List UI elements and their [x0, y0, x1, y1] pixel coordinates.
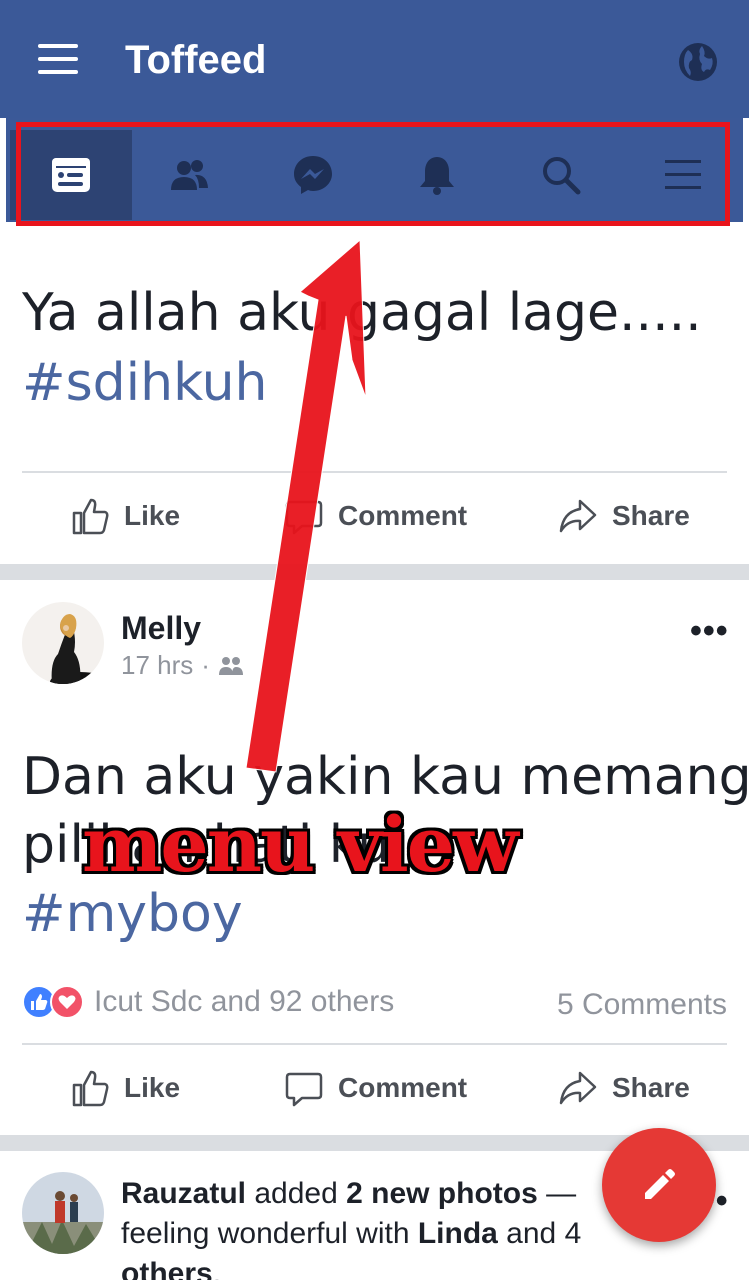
post-separator	[0, 564, 749, 580]
annotation-label: menu view	[82, 800, 519, 889]
post2-timestamp[interactable]: 17 hrs	[121, 650, 193, 681]
post3-and-text: and 4	[497, 1217, 582, 1250]
share-button[interactable]: Share	[558, 476, 690, 556]
post2-hashtag[interactable]: #myboy	[22, 880, 243, 948]
post1-hashtag[interactable]: #sdihkuh	[22, 349, 268, 417]
pencil-icon	[645, 1169, 675, 1199]
share-label: Share	[612, 1072, 690, 1103]
comments-count[interactable]: 5 Comments	[557, 988, 727, 1022]
love-reaction-icon	[50, 985, 84, 1019]
reactions-text: Icut Sdc and 92 others	[94, 985, 395, 1018]
compose-fab-button[interactable]	[602, 1128, 716, 1242]
like-button[interactable]: Like	[70, 1048, 180, 1128]
divider	[22, 1043, 727, 1045]
globe-icon[interactable]	[676, 40, 720, 84]
comment-icon	[285, 1072, 323, 1107]
post3-feeling-text: feeling wonderful with	[121, 1217, 418, 1250]
friends-audience-icon	[218, 656, 243, 675]
post3-author-name[interactable]: Rauzatul	[121, 1177, 246, 1210]
comment-label: Comment	[338, 1072, 468, 1103]
post3-header: Rauzatul added 2 new photos — feeling wo…	[121, 1174, 641, 1280]
share-label: Share	[612, 500, 690, 531]
share-icon	[559, 1071, 597, 1105]
post3-dash: —	[537, 1177, 577, 1210]
post2-author-name[interactable]: Melly	[121, 610, 201, 647]
post3-others-link[interactable]: others	[121, 1257, 213, 1280]
post1-text: Ya allah aku gagal lage.....	[22, 283, 702, 343]
post3-tagged-name[interactable]: Linda	[418, 1217, 498, 1250]
post2-action-row: Like Comment Share	[0, 1048, 749, 1128]
share-button[interactable]: Share	[558, 1048, 690, 1128]
thumbs-up-icon	[72, 1070, 109, 1107]
reaction-summary[interactable]: Icut Sdc and 92 others	[22, 985, 394, 1019]
meta-separator: ·	[201, 650, 210, 680]
like-label: Like	[124, 1072, 181, 1103]
comment-icon	[285, 500, 323, 535]
tab-bar-highlight-annotation	[16, 122, 730, 226]
like-button[interactable]: Like	[70, 476, 180, 556]
share-icon	[559, 499, 597, 533]
post3-photos-link[interactable]: 2 new photos	[346, 1177, 538, 1210]
post3-period: .	[212, 1257, 222, 1280]
post-options-icon[interactable]: •••	[690, 612, 729, 651]
post3-added-text: added	[246, 1177, 347, 1210]
divider	[22, 471, 727, 473]
hamburger-menu-icon[interactable]	[38, 44, 78, 76]
comment-button[interactable]: Comment	[284, 476, 467, 556]
post2-meta: 17 hrs ·	[121, 650, 244, 681]
app-title: Toffeed	[125, 38, 267, 82]
thumbs-up-icon	[72, 498, 109, 535]
avatar[interactable]	[22, 602, 104, 684]
comment-label: Comment	[338, 500, 468, 531]
comment-button[interactable]: Comment	[284, 1048, 467, 1128]
avatar[interactable]	[22, 1172, 104, 1254]
like-label: Like	[124, 500, 181, 531]
post1-action-row: Like Comment Share	[0, 476, 749, 556]
status-strip	[0, 100, 749, 118]
